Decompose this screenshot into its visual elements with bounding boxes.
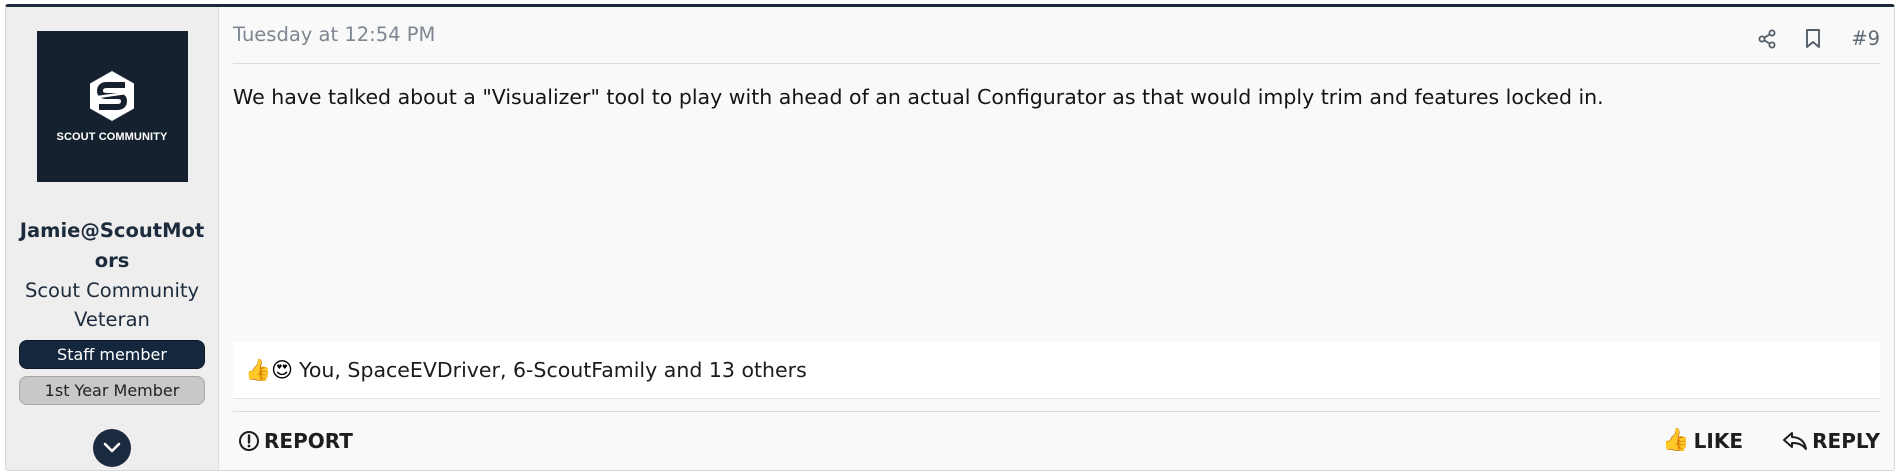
report-button[interactable]: REPORT <box>238 429 353 453</box>
share-icon <box>1758 29 1776 48</box>
avatar-logo-text: SCOUT COMMUNITY <box>56 131 168 143</box>
love-eyes-reaction-icon: 😍 <box>271 358 294 382</box>
like-button[interactable]: 👍 LIKE <box>1662 429 1743 453</box>
avatar[interactable]: SCOUT COMMUNITY <box>36 31 188 182</box>
post-header-actions: #9 <box>1757 27 1880 50</box>
user-title: Scout Community Veteran <box>24 279 200 331</box>
forum-post: SCOUT COMMUNITY Jamie@ScoutMotors Scout … <box>5 4 1895 471</box>
staff-member-banner: Staff member <box>19 340 205 369</box>
scout-logo-icon <box>90 71 134 121</box>
reactions-list-link[interactable]: You, SpaceEVDriver, 6-ScoutFamily and 13… <box>299 358 807 382</box>
post-number-link[interactable]: #9 <box>1851 27 1880 50</box>
post-footer: REPORT 👍 LIKE REPLY <box>233 411 1880 470</box>
reactions-bar[interactable]: 👍 😍 You, SpaceEVDriver, 6-ScoutFamily an… <box>233 342 1880 399</box>
reply-label: REPLY <box>1812 429 1880 453</box>
reply-arrow-icon <box>1782 430 1808 452</box>
post-body: We have talked about a "Visualizer" tool… <box>233 85 1604 109</box>
bookmark-button[interactable] <box>1805 28 1821 49</box>
report-label: REPORT <box>264 429 353 453</box>
reply-button[interactable]: REPLY <box>1782 429 1880 453</box>
expand-user-info-button[interactable] <box>93 429 131 467</box>
post-main: Tuesday at 12:54 PM #9 We have talked ab… <box>219 7 1894 470</box>
thumbs-up-icon: 👍 <box>1662 428 1690 453</box>
alert-circle-icon <box>238 430 260 452</box>
first-year-member-banner: 1st Year Member <box>19 376 205 405</box>
chevron-down-icon <box>103 442 121 453</box>
thumbs-up-reaction-icon: 👍 <box>245 358 272 382</box>
user-sidebar: SCOUT COMMUNITY Jamie@ScoutMotors Scout … <box>6 7 219 470</box>
post-header: Tuesday at 12:54 PM #9 <box>233 7 1880 64</box>
post-date[interactable]: Tuesday at 12:54 PM <box>233 23 435 46</box>
reaction-emojis: 👍 😍 <box>245 358 293 382</box>
username[interactable]: Jamie@ScoutMotors <box>17 216 207 276</box>
bookmark-icon <box>1806 29 1821 48</box>
share-button[interactable] <box>1757 29 1777 49</box>
like-label: LIKE <box>1693 429 1743 453</box>
